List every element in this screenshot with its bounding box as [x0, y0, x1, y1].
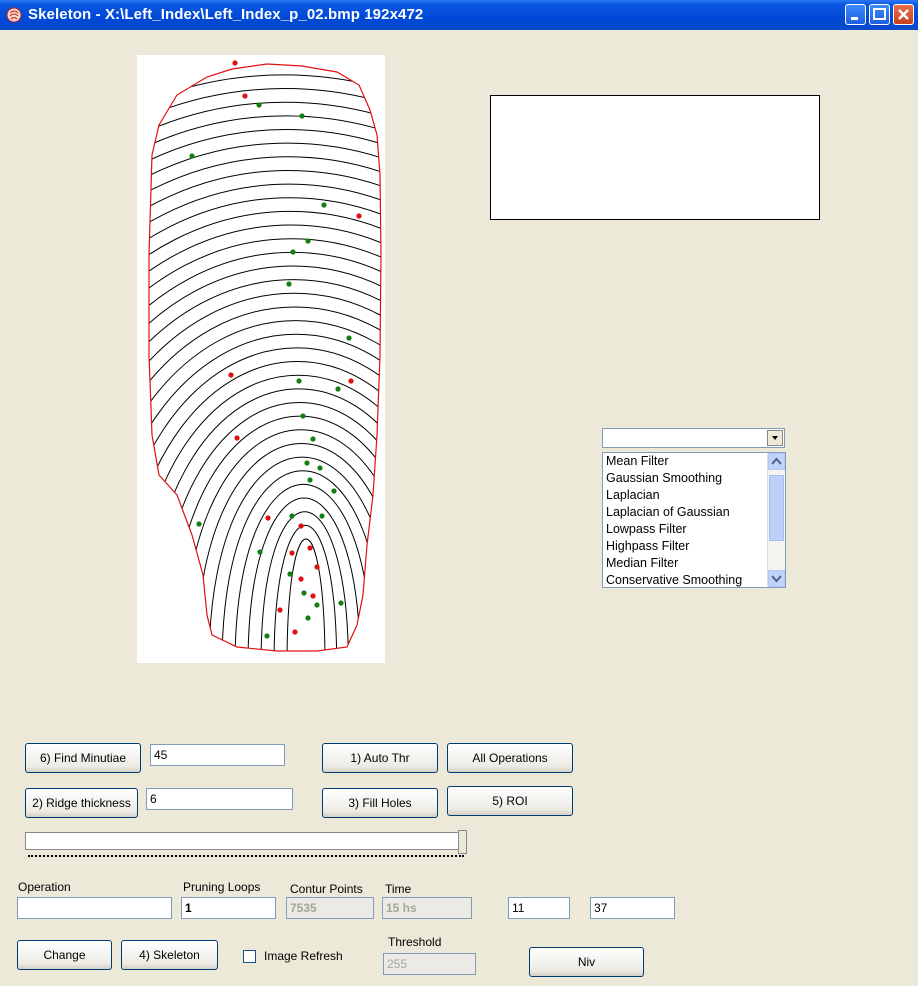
- preview-panel: [490, 95, 820, 220]
- filter-combobox[interactable]: [602, 428, 785, 448]
- roi-button[interactable]: 5) ROI: [447, 786, 573, 816]
- threshold-field: 255: [383, 953, 476, 975]
- app-icon: [6, 7, 22, 23]
- close-button[interactable]: [893, 4, 914, 25]
- filter-list-item[interactable]: Highpass Filter: [603, 538, 785, 555]
- time-field: 15 hs: [382, 897, 472, 919]
- auto-thr-button[interactable]: 1) Auto Thr: [322, 743, 438, 773]
- operation-field[interactable]: [17, 897, 172, 919]
- value-field-a[interactable]: 11: [508, 897, 570, 919]
- filter-list-item[interactable]: Laplacian of Gaussian: [603, 504, 785, 521]
- filter-list-item[interactable]: Conservative Smoothing: [603, 572, 785, 587]
- scroll-thumb[interactable]: [769, 475, 784, 541]
- title-bar[interactable]: Skeleton - X:\Left_Index\Left_Index_p_02…: [0, 0, 918, 30]
- chevron-down-icon[interactable]: [767, 430, 783, 446]
- value-field-b[interactable]: 37: [590, 897, 675, 919]
- change-button[interactable]: Change: [17, 940, 112, 970]
- filter-list-item[interactable]: Laplacian: [603, 487, 785, 504]
- pruning-loops-field[interactable]: 1: [181, 897, 276, 919]
- maximize-button[interactable]: [869, 4, 890, 25]
- ridge-thickness-field[interactable]: 6: [146, 788, 293, 810]
- operation-label: Operation: [18, 880, 71, 894]
- filter-list-item[interactable]: Gaussian Smoothing: [603, 470, 785, 487]
- minimize-button[interactable]: [845, 4, 866, 25]
- progress-slider-track[interactable]: [25, 832, 467, 850]
- fill-holes-button[interactable]: 3) Fill Holes: [322, 788, 438, 818]
- filter-list-item[interactable]: Lowpass Filter: [603, 521, 785, 538]
- pruning-loops-label: Pruning Loops: [183, 880, 261, 894]
- filter-listbox[interactable]: Mean Filter Gaussian Smoothing Laplacian La…: [602, 452, 786, 588]
- all-operations-button[interactable]: All Operations: [447, 743, 573, 773]
- niv-button[interactable]: Niv: [529, 947, 644, 977]
- filter-list-item[interactable]: Median Filter: [603, 555, 785, 572]
- fingerprint-skeleton-image: [137, 55, 385, 663]
- slider-thumb[interactable]: [458, 830, 467, 854]
- time-label: Time: [385, 882, 412, 896]
- list-scrollbar[interactable]: [767, 453, 785, 587]
- threshold-label: Threshold: [388, 935, 442, 949]
- ridge-thickness-button[interactable]: 2) Ridge thickness: [25, 788, 138, 818]
- minutiae-count-field[interactable]: 45: [150, 744, 285, 766]
- contur-points-field: 7535: [286, 897, 374, 919]
- contur-points-label: Contur Points: [290, 882, 363, 896]
- slider-ticks: [28, 855, 464, 860]
- filter-list: Mean Filter Gaussian Smoothing Laplacian La…: [603, 453, 785, 587]
- window-title: Skeleton - X:\Left_Index\Left_Index_p_02…: [28, 6, 424, 23]
- find-minutiae-button[interactable]: 6) Find Minutiae: [25, 743, 141, 773]
- filter-list-item[interactable]: Mean Filter: [603, 453, 785, 470]
- scroll-down-icon[interactable]: [768, 570, 785, 587]
- skeleton-button[interactable]: 4) Skeleton: [121, 940, 218, 970]
- scroll-up-icon[interactable]: [768, 453, 785, 470]
- image-refresh-checkbox[interactable]: [243, 950, 256, 963]
- image-refresh-label[interactable]: Image Refresh: [264, 949, 343, 963]
